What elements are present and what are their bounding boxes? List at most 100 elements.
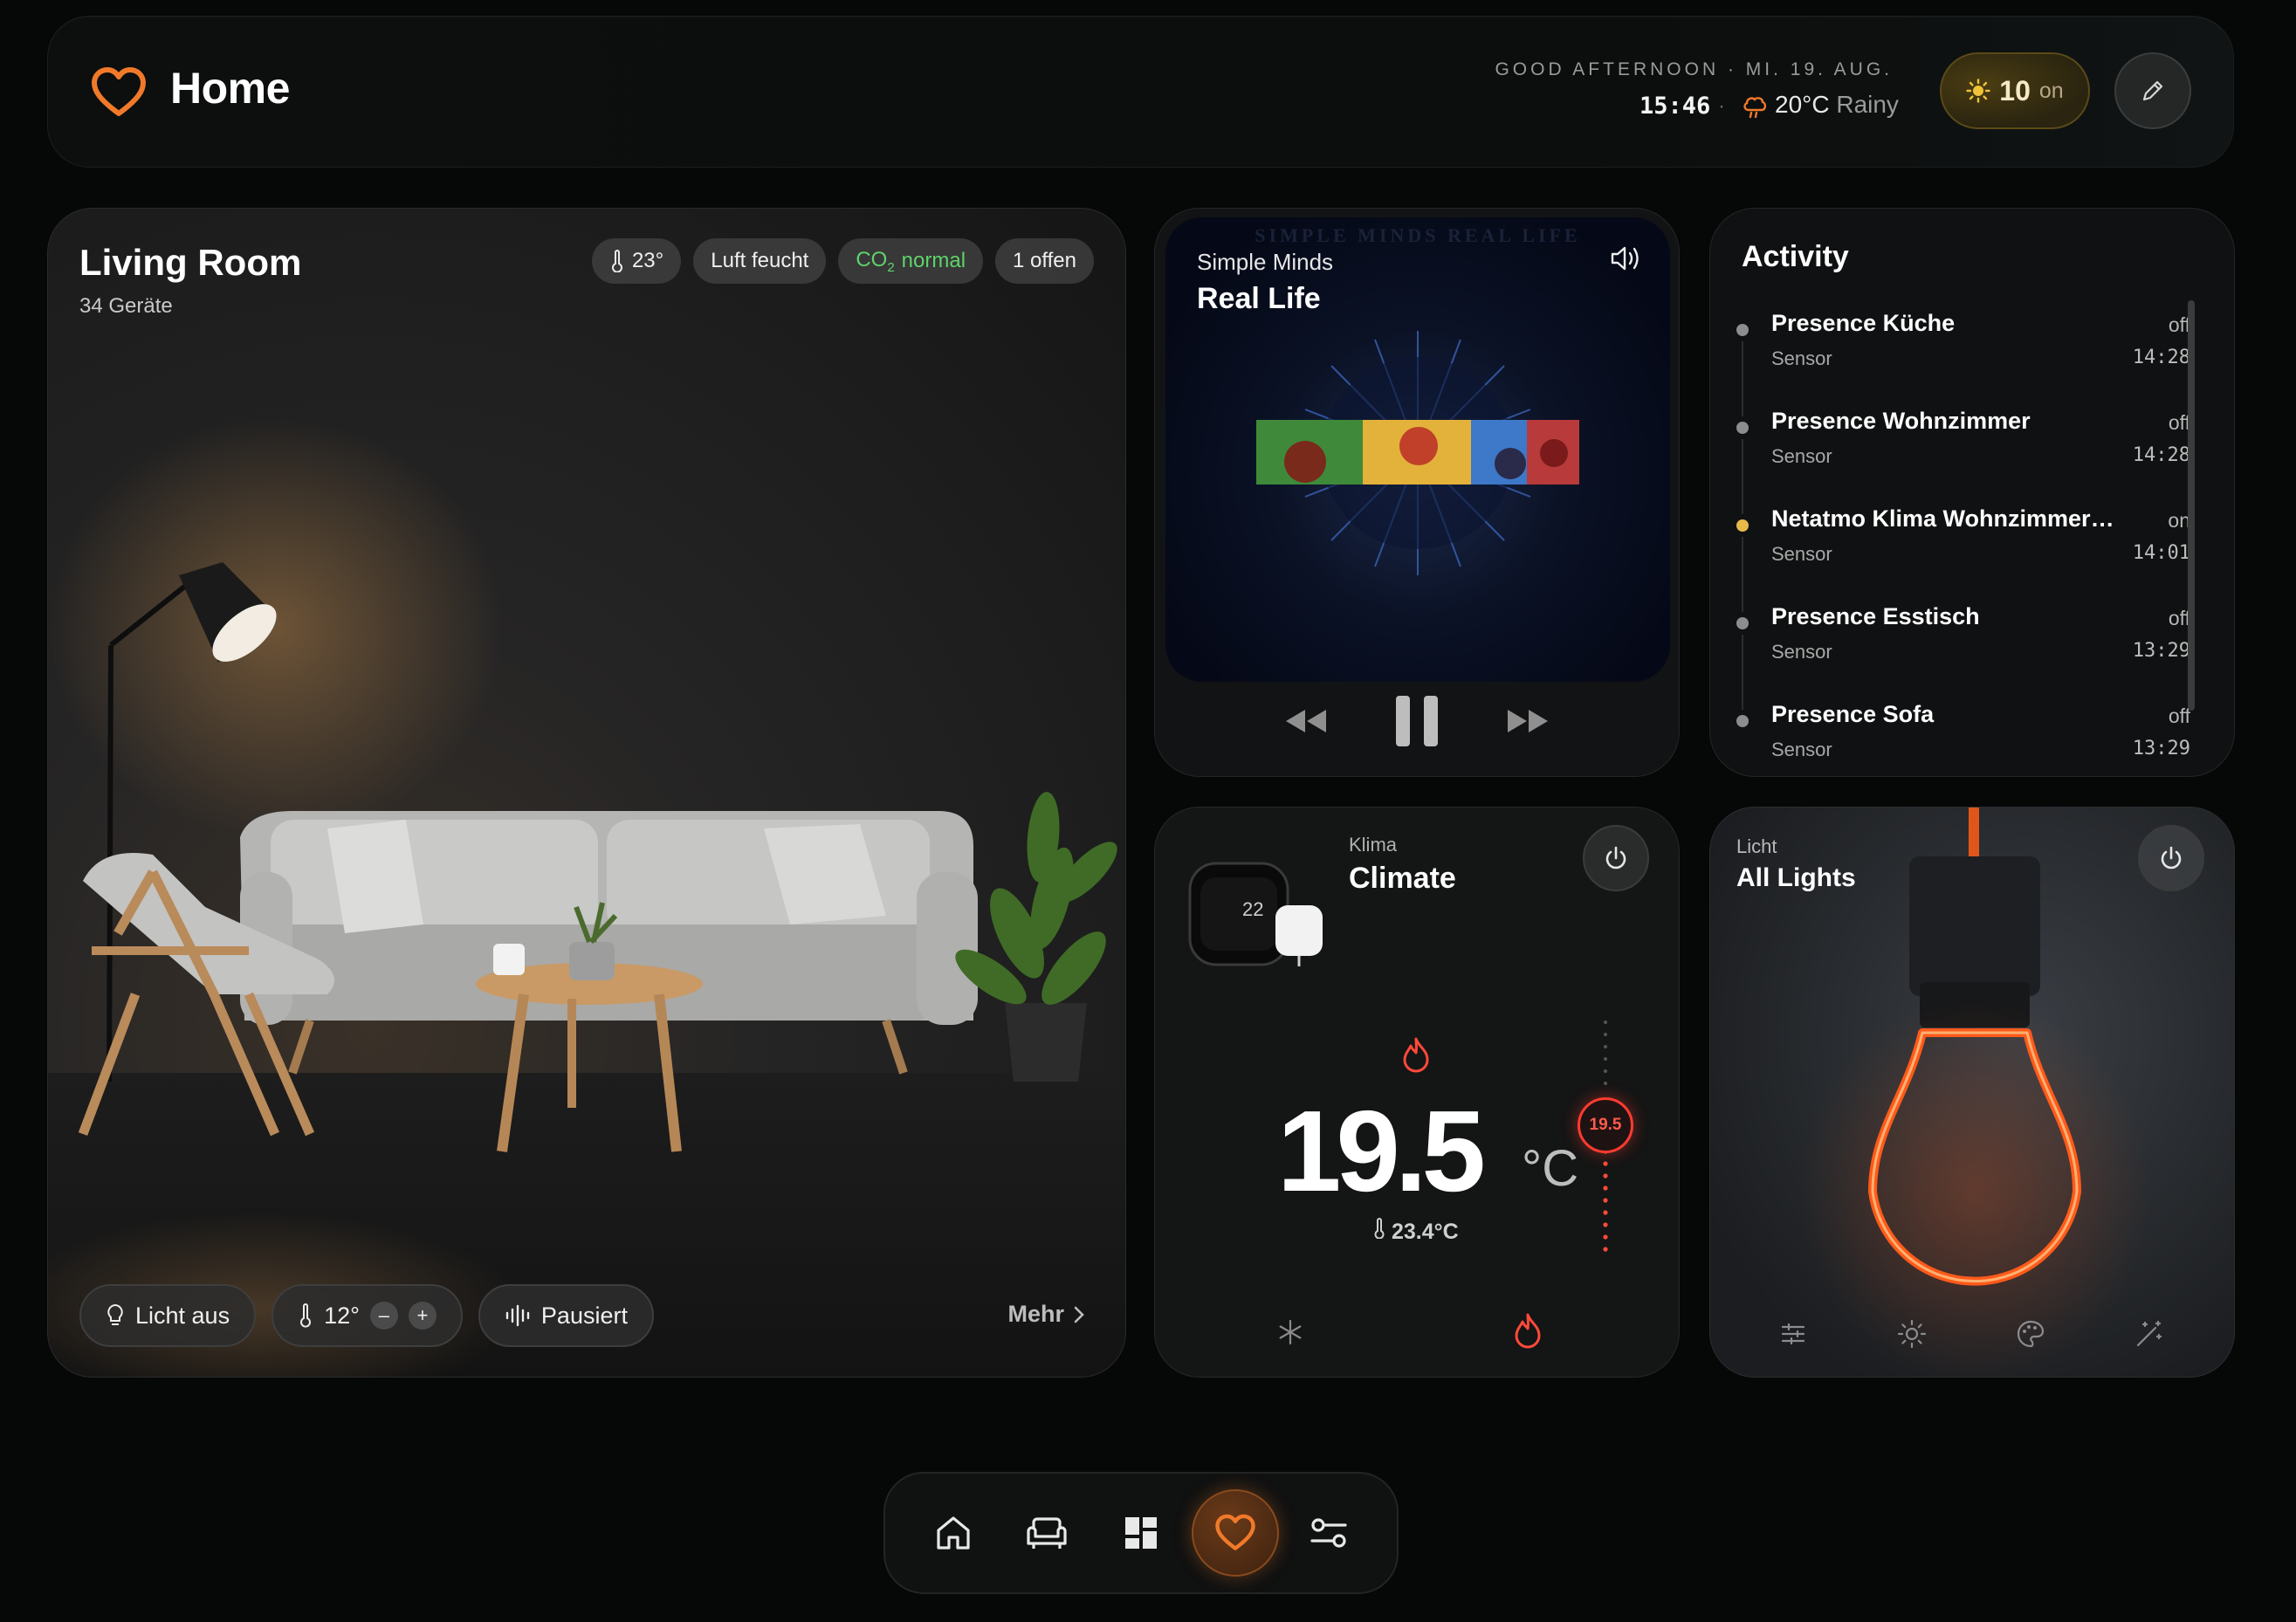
media-status-button[interactable]: Pausiert [478, 1284, 654, 1347]
thermometer-icon [611, 250, 622, 272]
timeline-line [1742, 341, 1743, 416]
weather-condition: Rainy [1836, 91, 1899, 118]
activity-card: Activity Presence Küche off Sensor 14:28… [1709, 208, 2235, 777]
climate-card[interactable]: 22 Klima Climate 19.5 °C 23.4°C 19.5 [1154, 807, 1680, 1378]
all-lights-card[interactable]: Licht All Lights [1709, 807, 2235, 1378]
status-dot [1736, 715, 1749, 727]
activity-kind: Sensor [1771, 739, 1832, 760]
target-temperature: 19.5 [1277, 1087, 1486, 1215]
greeting-date: GOOD AFTERNOON · MI. 19. AUG. [1495, 59, 1893, 79]
status-dot [1736, 617, 1749, 629]
timeline-line [1742, 635, 1743, 710]
climate-power-button[interactable] [1583, 825, 1649, 891]
nav-dashboard[interactable] [1097, 1489, 1185, 1577]
activity-kind: Sensor [1771, 347, 1832, 369]
activity-kind: Sensor [1771, 543, 1832, 565]
brightness-icon[interactable] [1897, 1319, 1927, 1349]
bottom-nav-dock [883, 1472, 1399, 1594]
heart-icon [1214, 1514, 1255, 1550]
sliders-icon [1310, 1518, 1347, 1548]
activity-scrollbar[interactable] [2188, 300, 2195, 711]
room-device-count: 34 Geräte [79, 294, 173, 318]
nav-rooms[interactable] [1003, 1489, 1090, 1577]
temperature-slider-knob[interactable]: 19.5 [1578, 1097, 1633, 1153]
power-icon [1605, 846, 1626, 869]
activity-title: Activity [1742, 240, 1849, 273]
thermometer-icon [1374, 1218, 1385, 1240]
co2-chip[interactable]: CO2 normal [838, 238, 984, 284]
list-item[interactable]: Presence Küche off Sensor 14:28 [1736, 310, 2190, 416]
status-dot [1736, 422, 1749, 434]
list-item[interactable]: Presence Wohnzimmer off Sensor 14:28 [1736, 408, 2190, 514]
heart-logo-icon [92, 67, 146, 116]
heat-mode-icon[interactable] [1513, 1312, 1543, 1349]
light-off-label: Licht aus [135, 1302, 230, 1329]
room-thermostat-value: 12° [324, 1302, 360, 1329]
list-item[interactable]: Presence Esstisch off Sensor 13:29 [1736, 603, 2190, 710]
snowflake-icon[interactable] [1275, 1317, 1305, 1347]
header-bar [47, 16, 2234, 168]
living-room-card[interactable]: Living Room 34 Geräte 23° Luft feucht CO… [47, 208, 1126, 1378]
open-windows-chip[interactable]: 1 offen [995, 238, 1094, 284]
volume-icon[interactable] [1609, 244, 1644, 273]
activity-time: 14:28 [2132, 444, 2190, 466]
track-artist: Simple Minds [1197, 249, 1334, 275]
status-dot [1736, 324, 1749, 336]
separator-dot: · [1718, 94, 1725, 118]
lights-power-button[interactable] [2138, 825, 2204, 891]
nav-settings[interactable] [1285, 1489, 1372, 1577]
activity-name: Presence Wohnzimmer [1771, 408, 2031, 434]
timeline-line [1742, 537, 1743, 612]
rain-cloud-icon [1743, 97, 1767, 119]
sofa-icon [1027, 1517, 1067, 1549]
humidity-chip[interactable]: Luft feucht [693, 238, 827, 284]
lights-title: All Lights [1736, 863, 1856, 892]
media-status-label: Pausiert [540, 1302, 628, 1329]
status-dot [1736, 519, 1749, 532]
room-status-chips: 23° Luft feucht CO2 normal 1 offen [591, 238, 1094, 284]
devices-on-label: on [2038, 78, 2064, 103]
color-palette-icon[interactable] [2016, 1319, 2045, 1349]
co2-subscript: 2 [887, 259, 895, 275]
weather-readout: 20°C Rainy [1775, 91, 1899, 119]
light-off-button[interactable]: Licht aus [79, 1284, 257, 1347]
list-item[interactable]: Netatmo Klima Wohnzimmer Ko... on Sensor… [1736, 505, 2190, 612]
activity-name: Presence Esstisch [1771, 603, 1980, 629]
climate-title: Climate [1349, 862, 1456, 895]
lights-label: Licht [1736, 835, 1777, 857]
list-item[interactable]: Presence Sofa off Sensor 13:29 [1736, 701, 2190, 776]
room-thermostat-control: 12° – + [272, 1284, 463, 1347]
fast-forward-icon[interactable] [1506, 706, 1551, 736]
current-temperature: 23.4°C [1373, 1218, 1459, 1245]
increase-temp-button[interactable]: + [408, 1302, 437, 1330]
decrease-temp-button[interactable]: – [369, 1302, 398, 1330]
room-quick-actions: Licht aus 12° – + Pausiert [79, 1284, 654, 1347]
activity-time: 14:01 [2132, 542, 2190, 564]
temperature-slider-track[interactable] [1598, 1017, 1612, 1314]
rewind-icon[interactable] [1282, 706, 1328, 736]
more-button[interactable]: Mehr [1007, 1301, 1085, 1328]
thermostat-display: 22 [1242, 898, 1264, 920]
magic-wand-icon[interactable] [2134, 1319, 2164, 1349]
living-room-photo [48, 418, 1125, 1377]
current-temperature-value: 23.4°C [1391, 1220, 1459, 1244]
sun-icon [1966, 79, 1990, 103]
activity-kind: Sensor [1771, 445, 1832, 467]
album-art: SIMPLE MINDS REAL LIFE Simple Minds Real… [1165, 217, 1670, 682]
room-title: Living Room [79, 242, 302, 283]
activity-time: 13:29 [2132, 738, 2190, 759]
media-player-card[interactable]: SIMPLE MINDS REAL LIFE Simple Minds Real… [1154, 208, 1680, 777]
temperature-chip[interactable]: 23° [591, 238, 682, 284]
activity-name: Presence Sofa [1771, 701, 1935, 727]
pause-icon[interactable] [1392, 694, 1441, 748]
devices-on-button[interactable]: 10 on [1940, 52, 2090, 129]
edit-button[interactable] [2114, 52, 2191, 129]
clock-time: 15:46 [1640, 93, 1711, 120]
chevron-right-icon [1074, 1306, 1084, 1323]
thermometer-icon [300, 1303, 312, 1328]
waveform-icon [505, 1304, 530, 1327]
timeline-line [1742, 439, 1743, 514]
nav-favorites[interactable] [1191, 1489, 1279, 1577]
nav-home[interactable] [910, 1489, 997, 1577]
adjust-sliders-icon[interactable] [1780, 1321, 1806, 1347]
